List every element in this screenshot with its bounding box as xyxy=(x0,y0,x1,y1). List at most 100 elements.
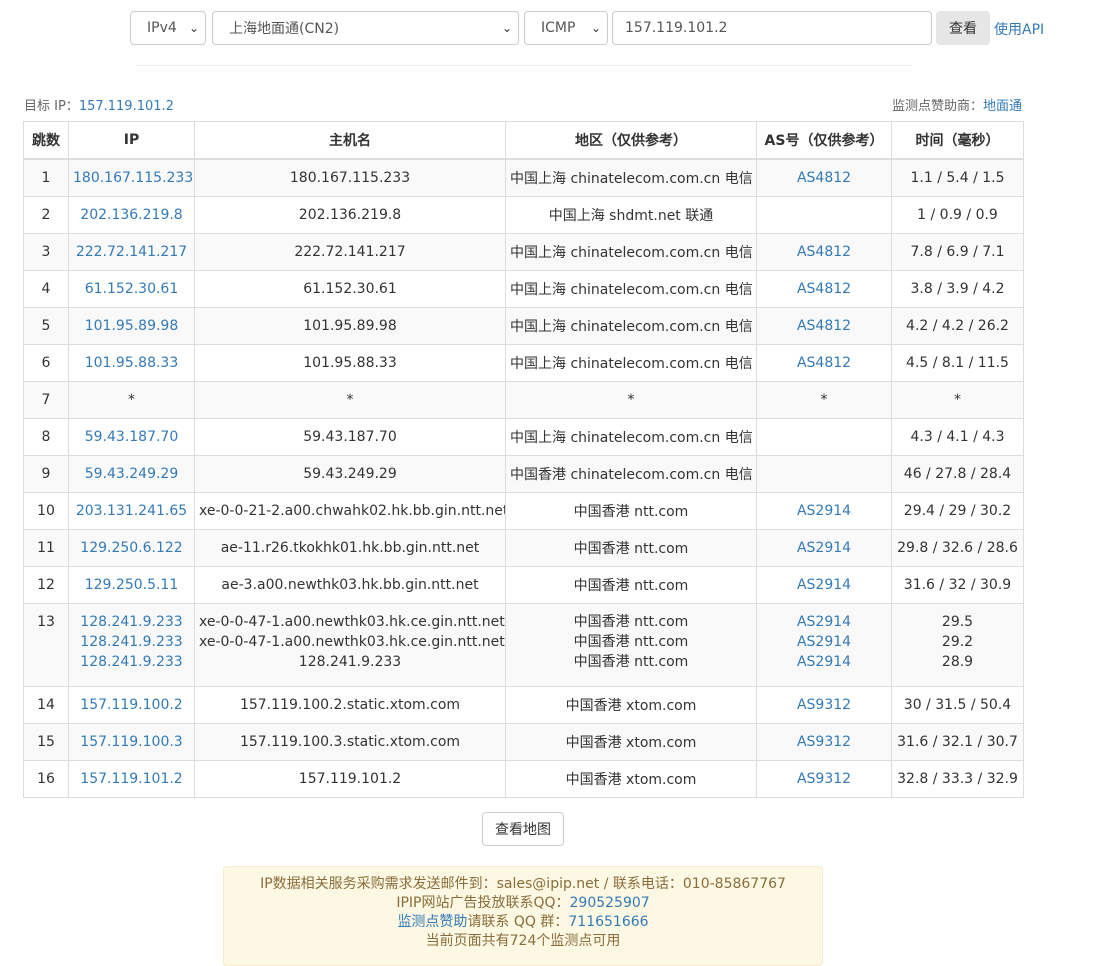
node-select[interactable]: 上海地面通(CN2) ⌄ xyxy=(212,11,519,45)
protocol-select[interactable]: ICMP ⌄ xyxy=(524,11,608,45)
ip-link[interactable]: 180.167.115.233 xyxy=(73,170,193,186)
table-row: 4 61.152.30.61 61.152.30.61 中国上海 chinatelec… xyxy=(23,270,1024,308)
sponsor-line: 监测点赞助商：地面通 xyxy=(892,95,1022,114)
view-map-button[interactable]: 查看地图 xyxy=(482,812,564,846)
target-ip-label: 目标 IP： xyxy=(24,99,79,114)
footer-ad-qq-link[interactable]: 290525907 xyxy=(570,895,650,911)
hop-cell: 5 xyxy=(23,307,69,345)
target-input[interactable]: 157.119.101.2 xyxy=(612,11,932,45)
ip-cell: 129.250.5.11 xyxy=(68,566,195,604)
ip-link[interactable]: 128.241.9.233 xyxy=(73,652,190,672)
time-cell: 29.8 / 32.6 / 28.6 xyxy=(891,529,1024,567)
ip-link[interactable]: 101.95.88.33 xyxy=(85,355,179,371)
query-button[interactable]: 查看 xyxy=(936,11,990,45)
table-row: 6 101.95.88.33 101.95.88.33 中国上海 chinatelec… xyxy=(23,344,1024,382)
asn-link[interactable]: AS4812 xyxy=(797,170,851,186)
time-cell: 29.4 / 29 / 30.2 xyxy=(891,492,1024,530)
asn-link[interactable]: AS2914 xyxy=(797,577,851,593)
asn-cell: AS9312 xyxy=(756,760,892,798)
table-row: 16 157.119.101.2 157.119.101.2 中国香港 xtom.co… xyxy=(23,760,1024,798)
ip-cell: 202.136.219.8 xyxy=(68,196,195,234)
ip-link[interactable]: 157.119.101.2 xyxy=(80,771,182,787)
ip-link[interactable]: 59.43.249.29 xyxy=(85,466,179,482)
asn-text: * xyxy=(820,392,828,408)
region-cell: 中国香港 xtom.com xyxy=(505,760,757,798)
target-ip-link[interactable]: 157.119.101.2 xyxy=(79,99,174,114)
asn-link[interactable]: AS4812 xyxy=(797,281,851,297)
ip-version-select[interactable]: IPv4 ⌄ xyxy=(130,11,206,45)
asn-cell xyxy=(756,196,892,234)
hop-cell: 10 xyxy=(23,492,69,530)
ip-link[interactable]: 129.250.6.122 xyxy=(80,540,182,556)
ip-link[interactable]: 101.95.89.98 xyxy=(85,318,179,334)
asn-link[interactable]: AS9312 xyxy=(797,697,851,713)
footer-sponsor-qq-link[interactable]: 711651666 xyxy=(568,914,648,930)
asn-link[interactable]: AS4812 xyxy=(797,355,851,371)
ip-cell: 180.167.115.233 xyxy=(68,158,195,197)
hop-cell: 14 xyxy=(23,686,69,724)
region-cell: 中国上海 chinatelecom.com.cn 电信 xyxy=(505,307,757,345)
time-cell: 7.8 / 6.9 / 7.1 xyxy=(891,233,1024,271)
time-cell: 31.6 / 32.1 / 30.7 xyxy=(891,723,1024,761)
footer-notice: IP数据相关服务采购需求发送邮件到：sales@ipip.net / 联系电话：… xyxy=(223,866,823,966)
table-row: 9 59.43.249.29 59.43.249.29 中国香港 chinatelec… xyxy=(23,455,1024,493)
region-text: 中国香港 ntt.com xyxy=(573,654,689,670)
api-link[interactable]: 使用API xyxy=(994,19,1044,39)
ip-cell: 203.131.241.65 xyxy=(68,492,195,530)
sponsor-link[interactable]: 地面通 xyxy=(983,99,1022,114)
ip-link[interactable]: 59.43.187.70 xyxy=(85,429,179,445)
region-cell: 中国上海 chinatelecom.com.cn 电信 xyxy=(505,270,757,308)
asn-link[interactable]: AS2914 xyxy=(761,612,887,632)
table-row: 15 157.119.100.3 157.119.100.3.static.xtom… xyxy=(23,723,1024,761)
hop-cell: 9 xyxy=(23,455,69,493)
region-cell: 中国香港 chinatelecom.com.cn 电信 xyxy=(505,455,757,493)
footer-contact-line: IP数据相关服务采购需求发送邮件到：sales@ipip.net / 联系电话：… xyxy=(260,876,786,892)
ip-link[interactable]: 128.241.9.233 xyxy=(73,632,190,652)
hostname-cell: 157.119.100.2.static.xtom.com xyxy=(194,686,506,724)
asn-link[interactable]: AS9312 xyxy=(797,771,851,787)
asn-cell: AS2914 xyxy=(756,492,892,530)
hop-cell: 15 xyxy=(23,723,69,761)
asn-link[interactable]: AS2914 xyxy=(797,503,851,519)
ip-cell: 59.43.249.29 xyxy=(68,455,195,493)
time-cell: 29.5 29.2 28.9 xyxy=(891,603,1024,687)
hop-cell: 8 xyxy=(23,418,69,456)
table-row: 3 222.72.141.217 222.72.141.217 中国上海 chinat… xyxy=(23,233,1024,271)
asn-link[interactable]: AS4812 xyxy=(797,244,851,260)
table-body: 1 180.167.115.233 180.167.115.233 中国上海 chin… xyxy=(23,158,1024,798)
hostname-cell: 222.72.141.217 xyxy=(194,233,506,271)
ip-link[interactable]: 222.72.141.217 xyxy=(76,244,187,260)
ip-link[interactable]: 202.136.219.8 xyxy=(80,207,182,223)
ip-cell: 129.250.6.122 xyxy=(68,529,195,567)
ip-cell: 61.152.30.61 xyxy=(68,270,195,308)
hostname-cell: 101.95.89.98 xyxy=(194,307,506,345)
ip-link[interactable]: 157.119.100.2 xyxy=(80,697,182,713)
ip-link[interactable]: 203.131.241.65 xyxy=(76,503,187,519)
time-cell: 46 / 27.8 / 28.4 xyxy=(891,455,1024,493)
asn-link[interactable]: AS4812 xyxy=(797,318,851,334)
ip-link[interactable]: 61.152.30.61 xyxy=(85,281,179,297)
region-cell: 中国上海 chinatelecom.com.cn 电信 xyxy=(505,158,757,197)
traceroute-table: 跳数 IP 主机名 地区（仅供参考） AS号（仅供参考） 时间（毫秒） 1 180… xyxy=(23,121,1024,798)
footer-sponsor-link[interactable]: 监测点赞助 xyxy=(397,914,467,930)
asn-link[interactable]: AS2914 xyxy=(761,632,887,652)
ip-link[interactable]: 128.241.9.233 xyxy=(73,612,190,632)
time-cell: 1.1 / 5.4 / 1.5 xyxy=(891,158,1024,197)
asn-link[interactable]: AS2914 xyxy=(797,540,851,556)
region-cell: * xyxy=(505,381,757,419)
asn-cell: AS9312 xyxy=(756,686,892,724)
asn-link[interactable]: AS2914 xyxy=(761,652,887,672)
footer-sponsor-text: 请联系 QQ 群： xyxy=(467,914,569,930)
ip-link[interactable]: 129.250.5.11 xyxy=(85,577,179,593)
hostname-cell: 157.119.101.2 xyxy=(194,760,506,798)
ip-link[interactable]: 157.119.100.3 xyxy=(80,734,182,750)
asn-link[interactable]: AS9312 xyxy=(797,734,851,750)
time-text: 28.9 xyxy=(941,654,974,670)
region-cell: 中国上海 shdmt.net 联通 xyxy=(505,196,757,234)
ip-version-value: IPv4 xyxy=(147,20,177,36)
hostname-cell: 59.43.249.29 xyxy=(194,455,506,493)
sponsor-label: 监测点赞助商： xyxy=(891,99,983,114)
ip-cell: 222.72.141.217 xyxy=(68,233,195,271)
time-cell: 4.5 / 8.1 / 11.5 xyxy=(891,344,1024,382)
chevron-down-icon: ⌄ xyxy=(590,21,602,35)
